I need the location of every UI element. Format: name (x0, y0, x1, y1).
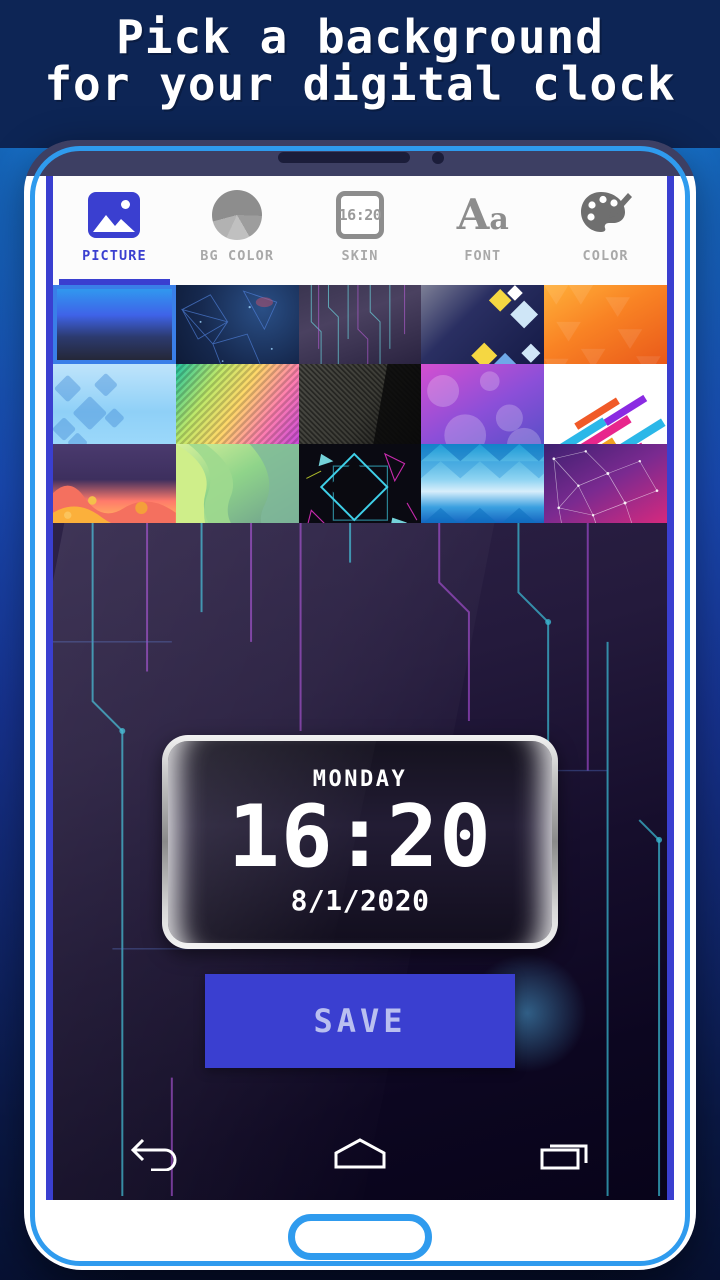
wallpaper-thumb-10[interactable] (53, 443, 176, 523)
promo-headline-line2: for your digital clock (44, 57, 676, 112)
promo-headline-line1: Pick a background (116, 10, 604, 64)
phone-screen-bezel: PICTURE BG COLOR 16:20 SKIN Aa FONT COLO… (24, 176, 696, 1200)
wallpaper-thumb-5[interactable] (53, 364, 176, 444)
wallpaper-thumb-12[interactable] (298, 443, 422, 523)
wallpaper-thumb-6[interactable] (175, 364, 299, 444)
skin-frame-icon: 16:20 (335, 186, 384, 244)
wallpaper-thumb-0[interactable] (53, 285, 176, 365)
wallpaper-thumb-2[interactable] (298, 285, 422, 365)
wallpaper-thumb-7[interactable] (298, 364, 422, 444)
wallpaper-thumb-4[interactable] (544, 285, 667, 365)
save-button-label: SAVE (313, 1002, 407, 1040)
promo-stage: PICTURE BG COLOR 16:20 SKIN Aa FONT COLO… (0, 0, 720, 1280)
tab-bg-color-label: BG COLOR (200, 248, 275, 264)
tab-color-label: COLOR (582, 248, 629, 264)
wallpaper-thumb-3[interactable] (421, 285, 545, 365)
tab-font-label: FONT (464, 248, 502, 264)
recents-icon (540, 1144, 588, 1170)
pie-chart-icon (212, 186, 263, 244)
front-camera (432, 152, 444, 164)
wallpaper-grid (53, 285, 667, 523)
tab-bg-color[interactable]: BG COLOR (176, 176, 299, 285)
clock-widget[interactable]: MONDAY 16:20 8/1/2020 (162, 735, 558, 949)
wallpaper-preview: MONDAY 16:20 8/1/2020 SAVE (53, 523, 667, 1200)
picture-icon (88, 186, 141, 244)
back-button[interactable] (110, 1137, 200, 1171)
tab-picture[interactable]: PICTURE (53, 176, 176, 285)
home-icon (334, 1138, 386, 1169)
tab-color[interactable]: COLOR (544, 176, 667, 285)
physical-home-button[interactable] (288, 1214, 432, 1260)
earpiece-speaker (278, 152, 410, 163)
phone-bottom-bezel (24, 1200, 696, 1270)
clock-time: 16:20 (228, 787, 492, 887)
phone-screen: PICTURE BG COLOR 16:20 SKIN Aa FONT COLO… (46, 176, 674, 1200)
wallpaper-thumb-1[interactable] (175, 285, 299, 365)
back-icon (131, 1138, 177, 1171)
wallpaper-thumb-13[interactable] (421, 443, 545, 523)
wallpaper-thumb-14[interactable] (544, 443, 667, 523)
palette-icon (579, 186, 633, 244)
skin-icon-text: 16:20 (338, 206, 382, 224)
tab-picture-label: PICTURE (82, 248, 147, 264)
wallpaper-thumb-11[interactable] (175, 443, 299, 523)
recents-button[interactable] (520, 1137, 610, 1171)
clock-face: MONDAY 16:20 8/1/2020 (168, 741, 552, 943)
promo-headline: Pick a background for your digital clock (0, 10, 720, 112)
font-aa-icon: Aa (456, 190, 509, 239)
phone-mockup: PICTURE BG COLOR 16:20 SKIN Aa FONT COLO… (24, 140, 696, 1270)
save-button[interactable]: SAVE (205, 974, 515, 1068)
tab-skin[interactable]: 16:20 SKIN (299, 176, 422, 285)
wallpaper-thumb-9[interactable] (544, 364, 667, 444)
editor-toolbar: PICTURE BG COLOR 16:20 SKIN Aa FONT COLO… (53, 176, 667, 285)
home-button[interactable] (315, 1137, 405, 1171)
tab-skin-label: SKIN (341, 248, 379, 264)
wallpaper-thumb-8[interactable] (421, 364, 545, 444)
tab-font[interactable]: Aa FONT (421, 176, 544, 285)
clock-date: 8/1/2020 (290, 884, 430, 917)
android-navigation-bar (53, 1122, 667, 1186)
phone-top-bezel (24, 140, 696, 176)
